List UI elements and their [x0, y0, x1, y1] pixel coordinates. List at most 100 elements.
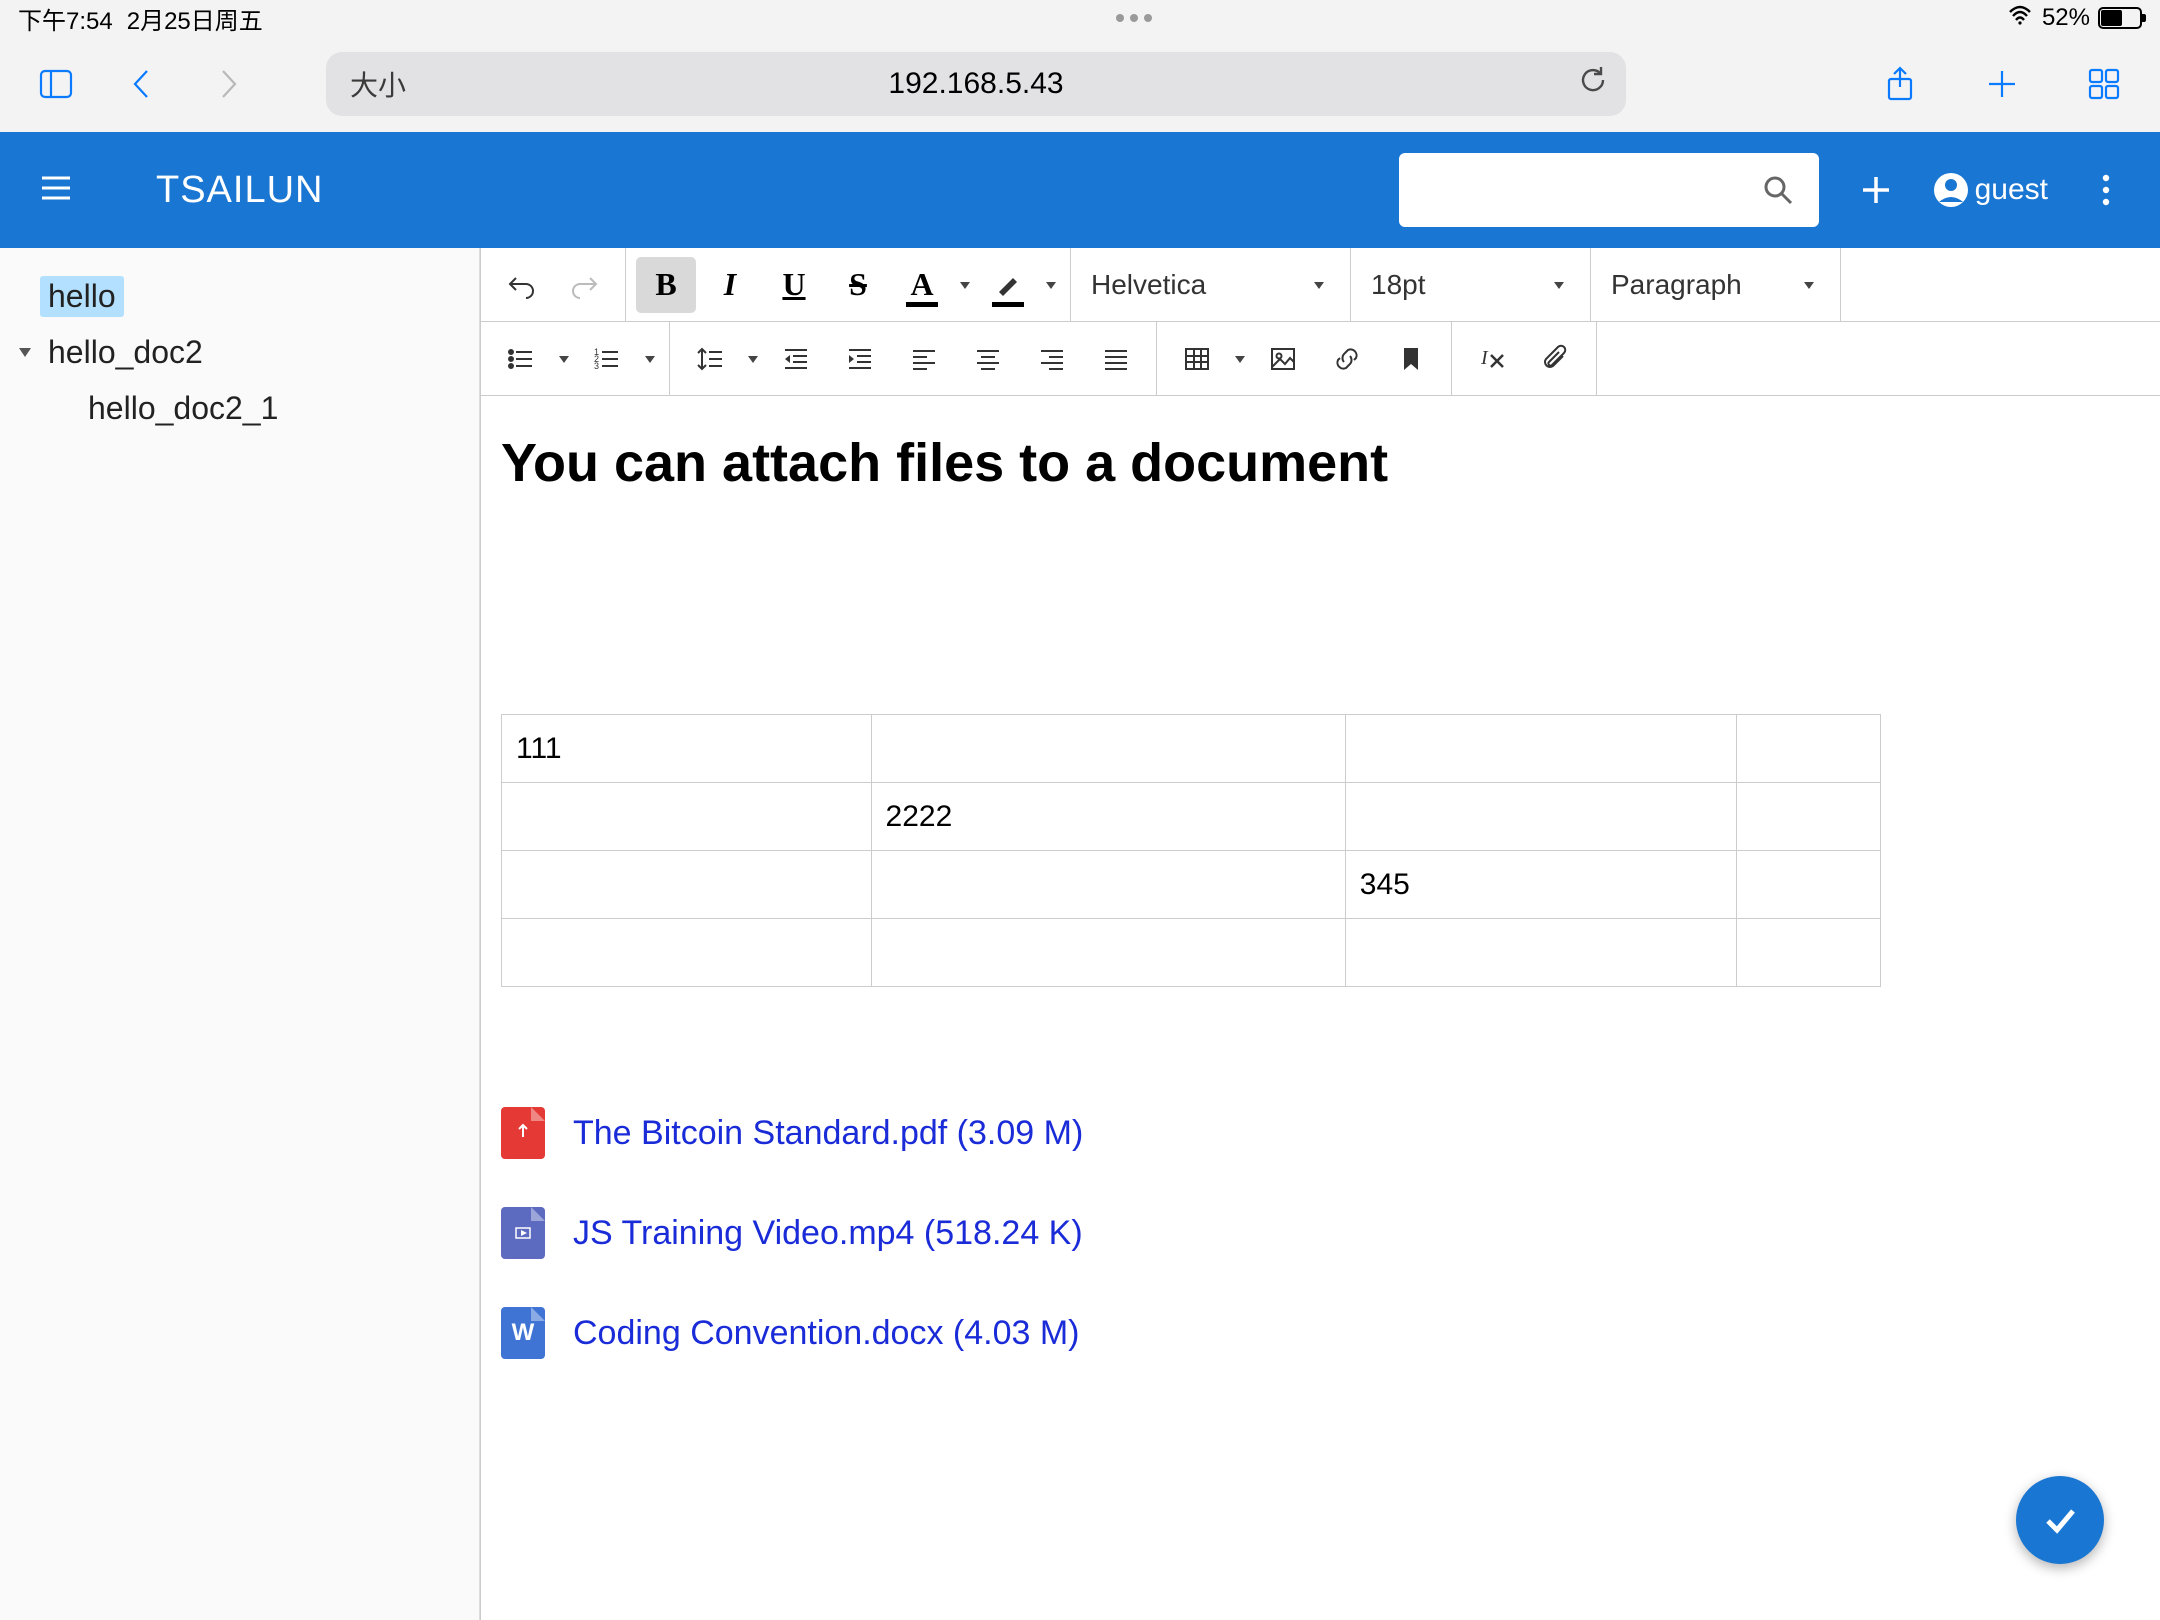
editor-pane: B I U S A Helvetica 18pt Paragraph: [480, 248, 2160, 1620]
paragraph-style-select[interactable]: Paragraph: [1591, 248, 1841, 321]
undo-button[interactable]: [491, 257, 551, 313]
bold-button[interactable]: B: [636, 257, 696, 313]
content-table[interactable]: 111 2222 345: [501, 714, 1881, 987]
highlight-caret-icon[interactable]: [1040, 278, 1062, 292]
tree-caret-icon[interactable]: [10, 343, 40, 361]
bookmark-button[interactable]: [1381, 331, 1441, 387]
app-title: TSAILUN: [156, 169, 323, 212]
wifi-icon: [2006, 4, 2034, 32]
strikethrough-button[interactable]: S: [828, 257, 888, 313]
table-cell[interactable]: 345: [1345, 851, 1737, 919]
align-right-button[interactable]: [1022, 331, 1082, 387]
document-body[interactable]: You can attach files to a document 111 2…: [481, 396, 2160, 1620]
redo-button[interactable]: [555, 257, 615, 313]
table-row: 345: [502, 851, 1881, 919]
battery-percent: 52%: [2042, 4, 2090, 32]
attachment-link[interactable]: JS Training Video.mp4 (518.24 K): [573, 1214, 1083, 1253]
bullet-caret-icon[interactable]: [553, 352, 575, 366]
attachment-item: W Coding Convention.docx (4.03 M): [501, 1307, 2140, 1359]
attachment-item: JS Training Video.mp4 (518.24 K): [501, 1207, 2140, 1259]
table-cell[interactable]: [1345, 919, 1737, 987]
tree-label: hello_doc2: [40, 332, 211, 373]
back-button[interactable]: [114, 56, 170, 112]
line-height-button[interactable]: [680, 331, 740, 387]
svg-text:I: I: [1480, 347, 1489, 369]
numbered-list-button[interactable]: 123: [577, 331, 637, 387]
table-cell[interactable]: [871, 851, 1345, 919]
sidebar-toggle-icon[interactable]: [28, 56, 84, 112]
align-justify-button[interactable]: [1086, 331, 1146, 387]
outdent-button[interactable]: [766, 331, 826, 387]
attachment-button[interactable]: [1526, 331, 1586, 387]
reader-size-label[interactable]: 大小: [350, 64, 406, 104]
status-date: 2月25日周五: [127, 1, 263, 36]
table-cell[interactable]: [1737, 715, 1881, 783]
reload-icon[interactable]: [1578, 65, 1608, 103]
insert-link-button[interactable]: [1317, 331, 1377, 387]
tree-label: hello: [40, 276, 124, 317]
user-menu[interactable]: guest: [1933, 172, 2048, 208]
search-icon: [1761, 173, 1795, 207]
app-header: TSAILUN guest: [0, 132, 2160, 248]
font-size-value: 18pt: [1371, 269, 1426, 301]
video-file-icon: [501, 1207, 545, 1259]
table-cell[interactable]: 111: [502, 715, 872, 783]
safari-toolbar: 大小 192.168.5.43: [0, 36, 2160, 132]
numbered-caret-icon[interactable]: [639, 352, 661, 366]
document-tree: hello hello_doc2 hello_doc2_1: [0, 248, 480, 1620]
hamburger-icon[interactable]: [36, 168, 76, 213]
table-cell[interactable]: [502, 783, 872, 851]
tree-item-hello[interactable]: hello: [0, 268, 479, 324]
share-icon[interactable]: [1872, 56, 1928, 112]
table-cell[interactable]: [502, 851, 872, 919]
chevron-down-icon: [1548, 278, 1570, 292]
table-cell[interactable]: [1737, 783, 1881, 851]
table-cell[interactable]: [871, 919, 1345, 987]
tree-item-hello-doc2-1[interactable]: hello_doc2_1: [0, 380, 479, 436]
italic-button[interactable]: I: [700, 257, 760, 313]
insert-image-button[interactable]: [1253, 331, 1313, 387]
line-height-caret-icon[interactable]: [742, 352, 764, 366]
table-caret-icon[interactable]: [1229, 352, 1251, 366]
clear-formatting-button[interactable]: I: [1462, 331, 1522, 387]
search-input[interactable]: [1399, 153, 1819, 227]
bullet-list-button[interactable]: [491, 331, 551, 387]
address-bar[interactable]: 大小 192.168.5.43: [326, 52, 1626, 116]
battery-icon: [2098, 7, 2142, 29]
table-cell[interactable]: [1737, 851, 1881, 919]
tabs-overview-icon[interactable]: [2076, 56, 2132, 112]
table-cell[interactable]: [1345, 715, 1737, 783]
highlight-button[interactable]: [978, 257, 1038, 313]
chevron-down-icon: [1798, 278, 1820, 292]
text-color-caret-icon[interactable]: [954, 278, 976, 292]
more-menu-icon[interactable]: [2088, 172, 2124, 208]
editor-toolbar-2: 123 I: [481, 322, 2160, 396]
paragraph-style-value: Paragraph: [1611, 269, 1742, 301]
table-cell[interactable]: [1345, 783, 1737, 851]
insert-table-button[interactable]: [1167, 331, 1227, 387]
align-center-button[interactable]: [958, 331, 1018, 387]
align-left-button[interactable]: [894, 331, 954, 387]
fab-confirm-button[interactable]: [2016, 1476, 2104, 1564]
add-button[interactable]: [1859, 173, 1893, 207]
table-cell[interactable]: [1737, 919, 1881, 987]
url-text: 192.168.5.43: [888, 67, 1063, 101]
underline-button[interactable]: U: [764, 257, 824, 313]
status-time: 下午7:54: [18, 1, 113, 36]
table-row: 2222: [502, 783, 1881, 851]
tree-item-hello-doc2[interactable]: hello_doc2: [0, 324, 479, 380]
indent-button[interactable]: [830, 331, 890, 387]
multitask-dots[interactable]: [1116, 14, 1152, 22]
table-row: 111: [502, 715, 1881, 783]
font-family-select[interactable]: Helvetica: [1071, 248, 1351, 321]
table-cell[interactable]: [871, 715, 1345, 783]
check-icon: [2039, 1499, 2081, 1541]
table-row: [502, 919, 1881, 987]
table-cell[interactable]: 2222: [871, 783, 1345, 851]
attachment-link[interactable]: Coding Convention.docx (4.03 M): [573, 1314, 1080, 1353]
attachment-link[interactable]: The Bitcoin Standard.pdf (3.09 M): [573, 1114, 1083, 1153]
text-color-button[interactable]: A: [892, 257, 952, 313]
new-tab-icon[interactable]: [1974, 56, 2030, 112]
font-size-select[interactable]: 18pt: [1351, 248, 1591, 321]
table-cell[interactable]: [502, 919, 872, 987]
